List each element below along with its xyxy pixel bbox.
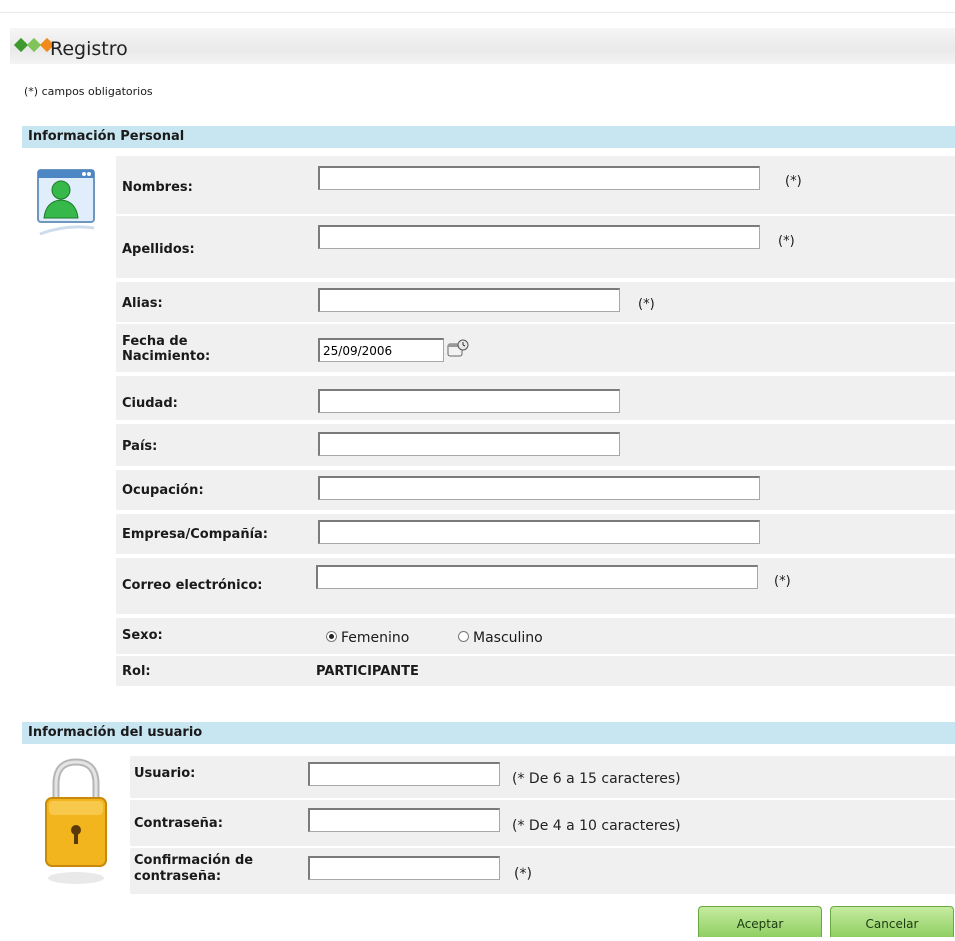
confirmacion-input[interactable] bbox=[308, 856, 500, 880]
top-strip bbox=[0, 0, 955, 13]
required-note: (*) campos obligatorios bbox=[24, 85, 153, 98]
apellidos-input[interactable] bbox=[318, 225, 760, 249]
cancelar-button[interactable]: Cancelar bbox=[830, 906, 954, 937]
label-fecha-line2: Nacimiento: bbox=[122, 349, 211, 364]
label-usuario: Usuario: bbox=[134, 766, 196, 781]
section-header-usuario: Información del usuario bbox=[22, 722, 955, 744]
hint-usuario: (* De 6 a 15 caracteres) bbox=[512, 771, 681, 787]
padlock-icon bbox=[40, 752, 112, 892]
radio-label-masculino: Masculino bbox=[473, 630, 543, 646]
required-mark-correo: (*) bbox=[774, 574, 791, 589]
alias-input[interactable] bbox=[318, 288, 620, 312]
contrasena-input[interactable] bbox=[308, 808, 500, 832]
ciudad-input[interactable] bbox=[318, 389, 620, 413]
hint-contrasena: (* De 4 a 10 caracteres) bbox=[512, 818, 681, 834]
empresa-input[interactable] bbox=[318, 520, 760, 544]
label-apellidos: Apellidos: bbox=[122, 242, 195, 257]
sexo-radio-masculino[interactable]: Masculino bbox=[458, 627, 543, 646]
section-header-personal: Información Personal bbox=[22, 126, 955, 148]
sexo-radio-femenino[interactable]: Femenino bbox=[326, 627, 409, 646]
radio-label-femenino: Femenino bbox=[341, 630, 410, 646]
user-profile-icon bbox=[36, 168, 98, 248]
pais-input[interactable] bbox=[318, 432, 620, 456]
label-empresa: Empresa/Compañía: bbox=[122, 527, 268, 542]
usuario-input[interactable] bbox=[308, 762, 500, 786]
rol-value: PARTICIPANTE bbox=[316, 664, 419, 679]
hint-confirmacion: (*) bbox=[514, 866, 532, 882]
required-mark-nombres: (*) bbox=[785, 174, 802, 189]
label-ocupacion: Ocupación: bbox=[122, 483, 204, 498]
row-fecha bbox=[116, 324, 955, 372]
label-correo: Correo electrónico: bbox=[122, 578, 263, 593]
label-confirm-line1: Confirmación de bbox=[134, 853, 254, 868]
label-ciudad: Ciudad: bbox=[122, 396, 178, 411]
label-sexo: Sexo: bbox=[122, 628, 163, 643]
aceptar-button[interactable]: Aceptar bbox=[698, 906, 822, 937]
correo-input[interactable] bbox=[316, 565, 758, 589]
label-alias: Alias: bbox=[122, 296, 163, 311]
calendar-picker-icon[interactable] bbox=[446, 338, 470, 360]
title-bar bbox=[10, 28, 955, 64]
label-fecha-line1: Fecha de bbox=[122, 334, 188, 349]
label-contrasena: Contraseña: bbox=[134, 816, 223, 831]
page-title: Registro bbox=[50, 38, 128, 60]
label-nombres: Nombres: bbox=[122, 180, 193, 195]
label-pais: País: bbox=[122, 439, 158, 454]
ocupacion-input[interactable] bbox=[318, 476, 760, 500]
row-confirmacion bbox=[130, 848, 955, 894]
label-confirm-line2: contraseña: bbox=[134, 869, 222, 884]
required-mark-apellidos: (*) bbox=[778, 234, 795, 249]
required-mark-alias: (*) bbox=[638, 297, 655, 312]
radio-femenino-icon[interactable] bbox=[326, 631, 337, 642]
row-rol bbox=[116, 656, 955, 686]
radio-masculino-icon[interactable] bbox=[458, 631, 469, 642]
nombres-input[interactable] bbox=[318, 166, 760, 190]
fecha-nacimiento-input[interactable] bbox=[318, 338, 444, 362]
label-rol: Rol: bbox=[122, 664, 151, 679]
